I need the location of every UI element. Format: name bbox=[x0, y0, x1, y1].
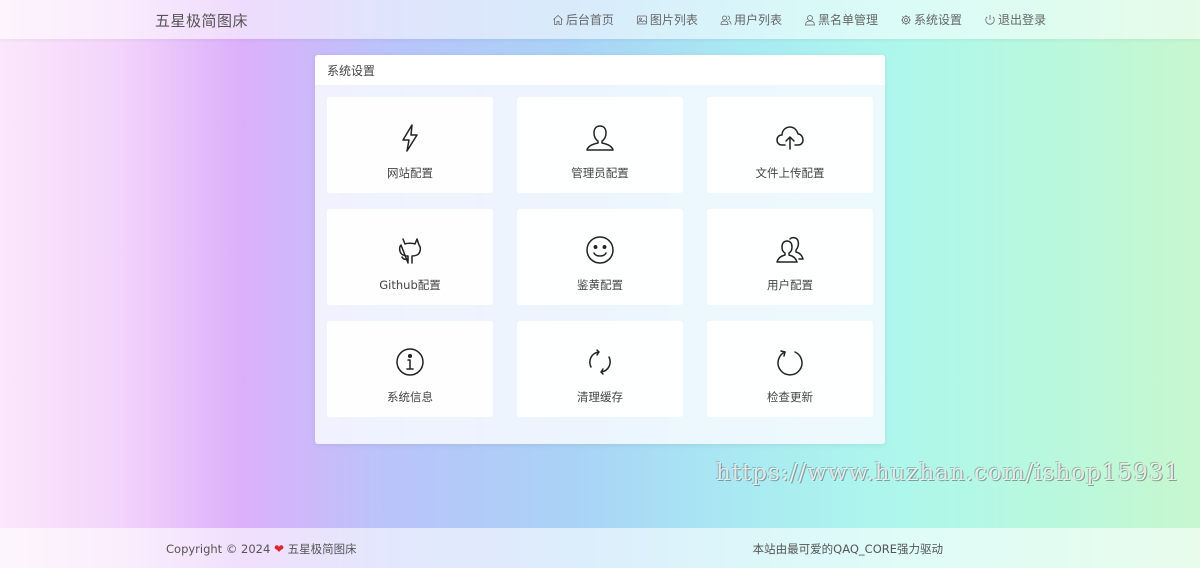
brand-title[interactable]: 五星极简图床 bbox=[155, 10, 248, 31]
image-icon bbox=[637, 15, 647, 24]
nav-label: 退出登录 bbox=[997, 13, 1046, 27]
users-icon bbox=[775, 235, 805, 265]
nav-menu: 后台首页 图片列表 用户列表 黑名单管理 系统设置 退出登录 bbox=[530, 11, 1046, 28]
card-clear-cache[interactable]: 清理缓存 bbox=[517, 321, 683, 417]
card-label: 网站配置 bbox=[387, 166, 433, 180]
card-label: 用户配置 bbox=[767, 278, 813, 292]
card-admin-config[interactable]: 管理员配置 bbox=[517, 97, 683, 193]
card-check-update[interactable]: 检查更新 bbox=[707, 321, 873, 417]
card-label: 检查更新 bbox=[767, 390, 813, 404]
card-user-config[interactable]: 用户配置 bbox=[707, 209, 873, 305]
card-github-config[interactable]: Github配置 bbox=[327, 209, 493, 305]
card-label: 文件上传配置 bbox=[755, 166, 825, 180]
card-system-info[interactable]: 系统信息 bbox=[327, 321, 493, 417]
nav-item-home[interactable]: 后台首页 bbox=[552, 11, 614, 28]
card-label: 系统信息 bbox=[387, 390, 433, 404]
powered-by: 本站由最可爱的QAQ_CORE强力驱动 bbox=[752, 542, 943, 556]
card-label: Github配置 bbox=[379, 278, 441, 292]
nav-label: 系统设置 bbox=[913, 13, 962, 27]
nav-label: 用户列表 bbox=[733, 13, 782, 27]
github-icon bbox=[395, 235, 425, 265]
nav-item-logout[interactable]: 退出登录 bbox=[984, 11, 1046, 28]
card-label: 管理员配置 bbox=[571, 166, 629, 180]
watermark: https://www.huzhan.com/ishop15931 bbox=[716, 460, 1181, 486]
card-label: 鉴黄配置 bbox=[577, 278, 623, 292]
settings-panel: 系统设置 网站配置 管理员配置 文件上传配置 Github配置 鉴黄配置 用户配… bbox=[315, 55, 885, 444]
user-icon bbox=[585, 123, 615, 153]
footer: Copyright © 2024 ❤ 五星极简图床 本站由最可爱的QAQ_COR… bbox=[0, 528, 1200, 568]
card-label: 清理缓存 bbox=[577, 390, 623, 404]
user-icon bbox=[805, 14, 815, 25]
card-nsfw-config[interactable]: 鉴黄配置 bbox=[517, 209, 683, 305]
heart-icon: ❤ bbox=[273, 542, 284, 556]
info-icon bbox=[395, 347, 425, 377]
power-icon bbox=[985, 14, 995, 25]
panel-title: 系统设置 bbox=[315, 55, 885, 85]
nav-item-blacklist[interactable]: 黑名单管理 bbox=[804, 11, 878, 28]
refresh-icon bbox=[775, 347, 805, 377]
top-navbar: 五星极简图床 后台首页 图片列表 用户列表 黑名单管理 系统设置 退出登录 bbox=[0, 0, 1200, 39]
nav-item-images[interactable]: 图片列表 bbox=[636, 11, 698, 28]
cloud-upload-icon bbox=[775, 123, 805, 153]
card-site-config[interactable]: 网站配置 bbox=[327, 97, 493, 193]
nav-item-settings[interactable]: 系统设置 bbox=[900, 11, 962, 28]
card-upload-config[interactable]: 文件上传配置 bbox=[707, 97, 873, 193]
copyright: Copyright © 2024 ❤ 五星极简图床 bbox=[166, 541, 357, 557]
nav-label: 黑名单管理 bbox=[817, 13, 878, 27]
nav-label: 后台首页 bbox=[565, 13, 614, 27]
users-icon bbox=[720, 15, 732, 25]
nav-item-users[interactable]: 用户列表 bbox=[720, 11, 782, 28]
sync-icon bbox=[585, 347, 615, 377]
nav-label: 图片列表 bbox=[649, 13, 698, 27]
smile-icon bbox=[585, 235, 615, 265]
home-icon bbox=[553, 14, 563, 25]
copyright-name: 五星极简图床 bbox=[287, 542, 357, 556]
lightning-icon bbox=[395, 123, 425, 153]
copyright-prefix: Copyright © 2024 bbox=[166, 542, 271, 556]
gear-icon bbox=[900, 14, 911, 25]
